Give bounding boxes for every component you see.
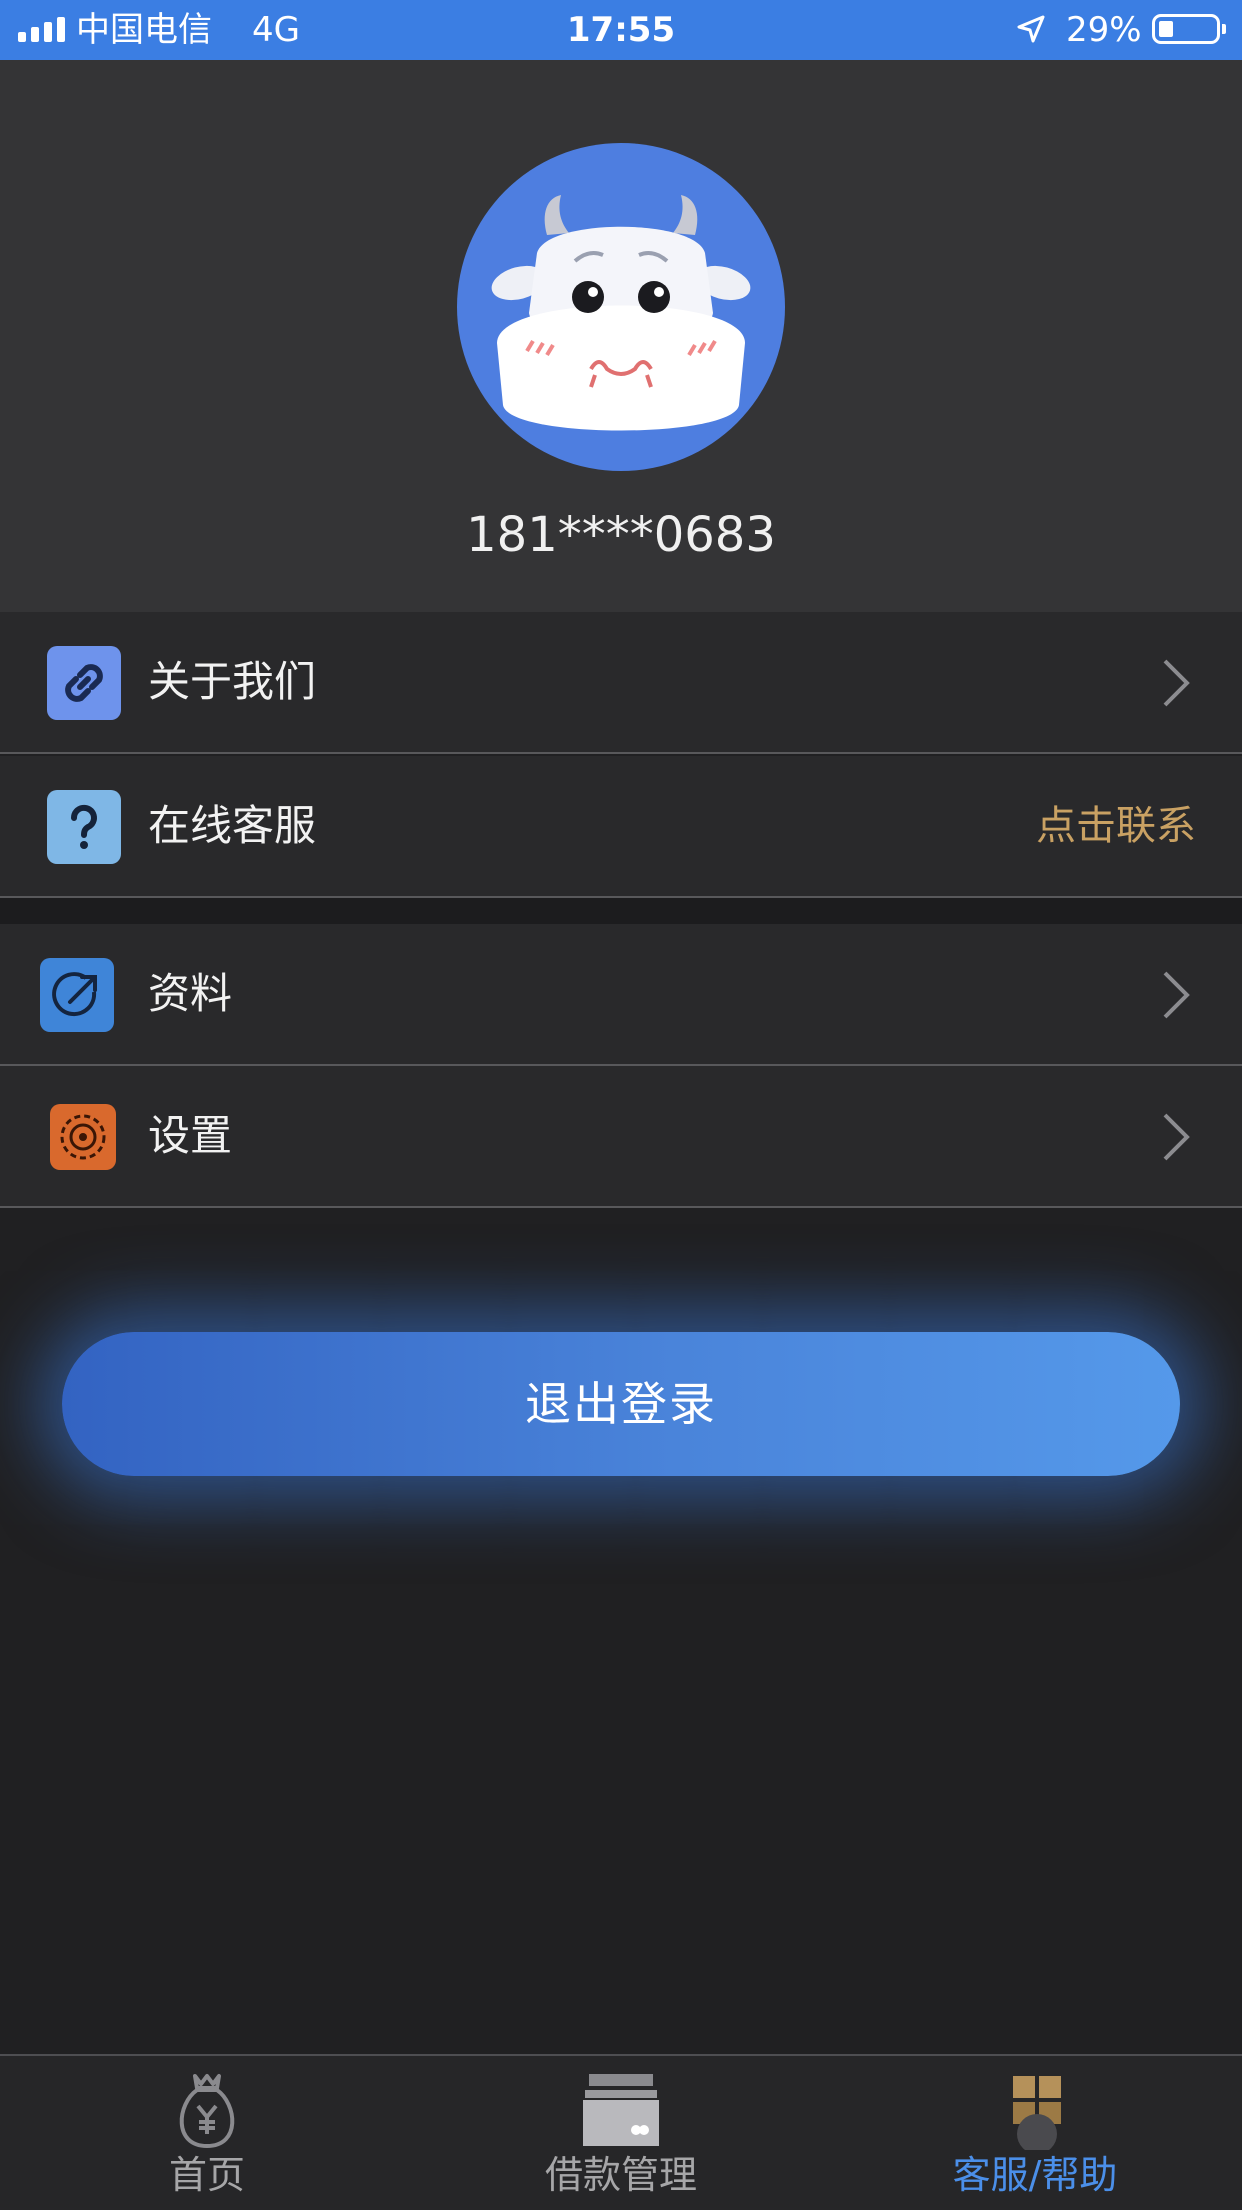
menu-item-profile-data[interactable]: 资料 [0, 924, 1242, 1066]
clock: 17:55 [566, 10, 676, 50]
menu-item-label: 在线客服 [148, 801, 317, 850]
menu-item-label: 资料 [148, 969, 233, 1018]
money-bag-icon [179, 2074, 235, 2149]
card-icon [583, 2074, 659, 2146]
tab-loan-management[interactable]: 借款管理 [414, 2056, 828, 2210]
menu-item-label: 关于我们 [148, 657, 317, 706]
question-icon [47, 790, 121, 864]
profile-header: 181****0683 [0, 60, 1242, 612]
tab-label: 首页 [168, 2153, 245, 2197]
contact-link[interactable]: 点击联系 [1036, 756, 1196, 896]
battery-icon [1152, 14, 1226, 44]
menu-item-settings[interactable]: 设置 [0, 1066, 1242, 1208]
external-link-icon [40, 958, 114, 1032]
link-icon [47, 646, 121, 720]
chevron-right-icon [1163, 1113, 1190, 1161]
battery-percent: 29% [1066, 10, 1142, 50]
tab-label: 借款管理 [544, 2153, 697, 2197]
status-bar: 中国电信 4G 17:55 29% [0, 0, 1242, 60]
logout-button[interactable]: 退出登录 [62, 1332, 1180, 1476]
gear-icon [50, 1104, 116, 1170]
tab-bar: 首页 借款管理 客服/帮助 [0, 2054, 1242, 2210]
menu-item-online-service[interactable]: 在线客服 点击联系 [0, 756, 1242, 898]
location-arrow-icon [1017, 15, 1045, 43]
avatar[interactable] [457, 143, 785, 471]
tab-help[interactable]: 客服/帮助 [828, 2056, 1242, 2210]
help-icon [1013, 2076, 1061, 2150]
phone-number: 181****0683 [466, 507, 776, 563]
cow-avatar-icon [491, 195, 751, 431]
menu-item-about-us[interactable]: 关于我们 [0, 612, 1242, 754]
chevron-right-icon [1163, 659, 1190, 707]
chevron-right-icon [1163, 971, 1190, 1019]
tab-label: 客服/帮助 [952, 2153, 1118, 2197]
tab-home[interactable]: 首页 [0, 2056, 414, 2210]
menu-item-label: 设置 [148, 1111, 233, 1160]
section-divider [0, 898, 1242, 924]
